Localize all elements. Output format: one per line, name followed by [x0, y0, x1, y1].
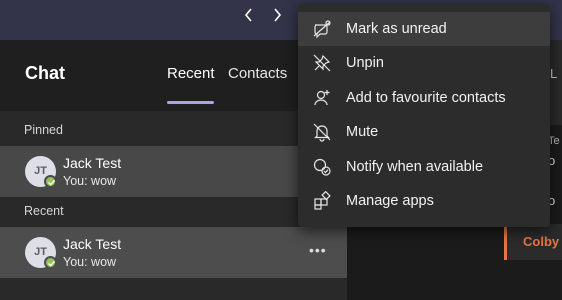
menu-item-manage-apps[interactable]: Manage apps: [298, 184, 550, 218]
unpin-icon: [313, 54, 331, 72]
menu-item-label: Add to favourite contacts: [346, 90, 506, 106]
tab-contacts[interactable]: Contacts: [228, 65, 287, 82]
menu-item-label: Notify when available: [346, 159, 484, 175]
chat-row-recent[interactable]: JT Jack Test You: wow •••: [0, 227, 347, 278]
notify-presence-icon: [313, 158, 331, 176]
menu-item-notify[interactable]: Notify when available: [298, 150, 550, 184]
chevron-left-icon: [244, 8, 252, 22]
presence-available-icon: [44, 256, 57, 269]
section-label-pinned: Pinned: [24, 123, 63, 137]
menu-item-mark-unread[interactable]: Mark as unread: [298, 12, 550, 46]
right-header-strip: [548, 40, 562, 125]
chat-row-preview: You: wow: [63, 174, 117, 188]
section-label-recent: Recent: [24, 204, 64, 218]
menu-item-mute[interactable]: Mute: [298, 115, 550, 149]
peek-card: Colby: [504, 224, 562, 260]
chat-title: Chat: [25, 63, 65, 83]
forward-button[interactable]: [266, 4, 288, 26]
back-button[interactable]: [238, 4, 260, 26]
menu-item-add-favourite[interactable]: Add to favourite contacts: [298, 81, 550, 115]
add-contact-icon: [314, 90, 330, 106]
peek-card-name: Colby: [523, 234, 560, 249]
tab-selected-indicator: [167, 101, 214, 104]
menu-item-label: Unpin: [346, 55, 384, 71]
menu-item-label: Mute: [346, 124, 379, 140]
tab-recent[interactable]: Recent: [167, 65, 215, 82]
mark-unread-icon: [313, 20, 331, 39]
chat-row-preview: You: wow: [63, 255, 117, 269]
presence-available-icon: [44, 175, 57, 188]
chat-row-pinned[interactable]: JT Jack Test You: wow: [0, 146, 347, 197]
chevron-right-icon: [274, 8, 282, 22]
chat-list-pane: Chat Recent Contacts Pinned JT Jack Test…: [0, 40, 347, 300]
peek-text: L: [550, 66, 558, 81]
mute-bell-icon: [313, 123, 331, 142]
menu-item-label: Mark as unread: [346, 21, 447, 37]
chat-row-name: Jack Test: [63, 155, 122, 171]
context-menu: Mark as unread Unpin Add to favourite co…: [298, 4, 550, 227]
menu-item-label: Manage apps: [346, 193, 434, 209]
apps-icon: [314, 191, 331, 210]
menu-item-unpin[interactable]: Unpin: [298, 46, 550, 80]
chat-row-name: Jack Test: [63, 236, 122, 252]
more-options-button[interactable]: •••: [309, 242, 327, 258]
chat-header: Chat Recent Contacts: [0, 40, 347, 111]
